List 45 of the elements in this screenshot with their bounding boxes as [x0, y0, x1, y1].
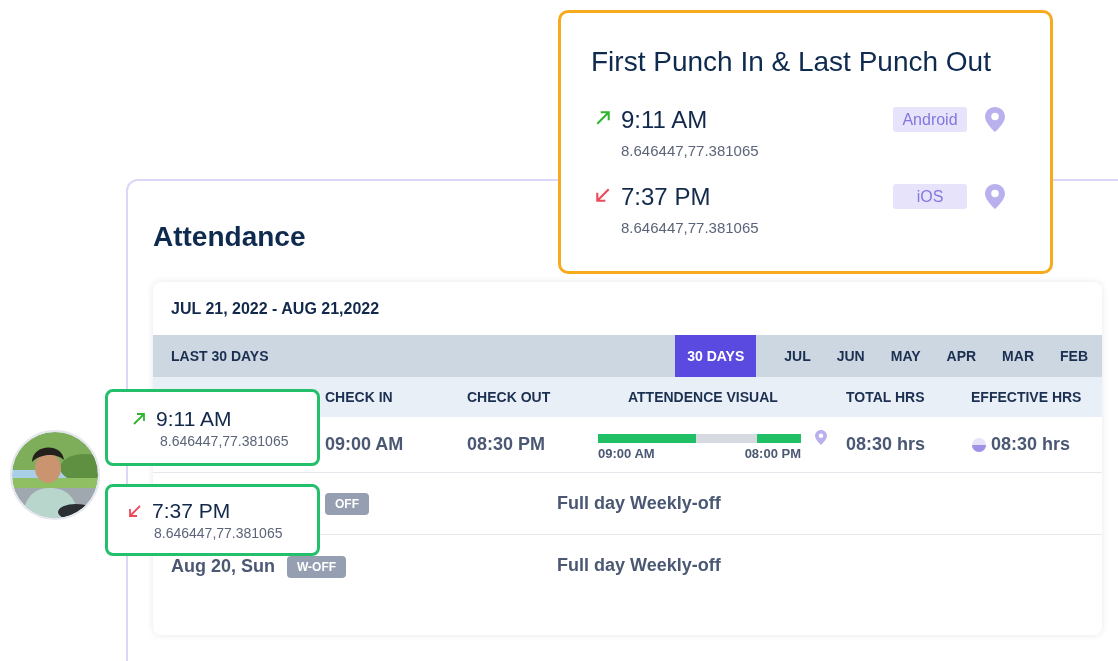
up-right-arrow-icon: [132, 411, 146, 426]
weekly-off-note: Full day Weekly-off: [557, 493, 721, 514]
period-tab[interactable]: JUN: [826, 335, 875, 377]
row-date: Aug 20, Sun: [171, 556, 275, 577]
date-range: JUL 21, 2022 - AUG 21,2022: [170, 298, 381, 319]
column-header: ATTENDENCE VISUAL: [627, 389, 779, 405]
period-tab[interactable]: FEB: [1050, 335, 1098, 377]
down-left-arrow-icon: [595, 187, 611, 203]
coordinates: 8.646447,77.381065: [621, 219, 760, 236]
column-header: EFFECTIVE HRS: [971, 389, 1083, 405]
location-pin-icon[interactable]: [815, 430, 827, 445]
end-time: 08:00 PM: [744, 446, 801, 461]
table-cell-text: 09:00 AM: [325, 434, 405, 455]
period-tab[interactable]: 30 DAYS: [675, 335, 757, 377]
coordinates: 8.646447,77.381065: [160, 432, 290, 449]
status-badge: OFF: [325, 492, 369, 515]
period-tab[interactable]: JUL: [774, 335, 821, 377]
status-badge: W-OFF: [287, 555, 347, 578]
up-right-arrow-icon: [595, 110, 611, 126]
punch-time: 7:37 PM: [152, 499, 231, 523]
coordinates: 8.646447,77.381065: [621, 142, 760, 159]
period-tab[interactable]: APR: [936, 335, 987, 377]
punch-time: 9:11 AM: [621, 106, 709, 134]
period-label: LAST 30 DAYS: [171, 348, 269, 364]
period-tab[interactable]: MAR: [992, 335, 1044, 377]
table-cell-text: 08:30 PM: [467, 434, 547, 455]
column-header: CHECK IN: [325, 389, 394, 405]
column-header: TOTAL HRS: [846, 389, 926, 405]
punch-time: 9:11 AM: [156, 406, 232, 431]
punch-time: 7:37 PM: [621, 183, 712, 211]
location-pin-icon[interactable]: [985, 184, 1005, 209]
column-header: CHECK OUT: [467, 389, 552, 405]
coordinates: 8.646447,77.381065: [154, 525, 284, 541]
half-circle-icon: [971, 436, 987, 453]
device-badge: iOS: [893, 184, 967, 209]
table-cell: 08:30 hrs: [991, 434, 1071, 455]
weekly-off-note: Full day Weekly-off: [557, 555, 721, 576]
down-left-arrow-icon: [128, 504, 142, 518]
panel-title: Attendance: [153, 220, 306, 254]
period-tab[interactable]: MAY: [880, 335, 931, 377]
device-badge: Android: [893, 107, 967, 132]
location-pin-icon[interactable]: [985, 107, 1005, 132]
card-title: First Punch In & Last Punch Out: [591, 46, 992, 78]
start-time: 09:00 AM: [598, 446, 655, 461]
table-cell-text: 08:30 hrs: [846, 434, 927, 455]
